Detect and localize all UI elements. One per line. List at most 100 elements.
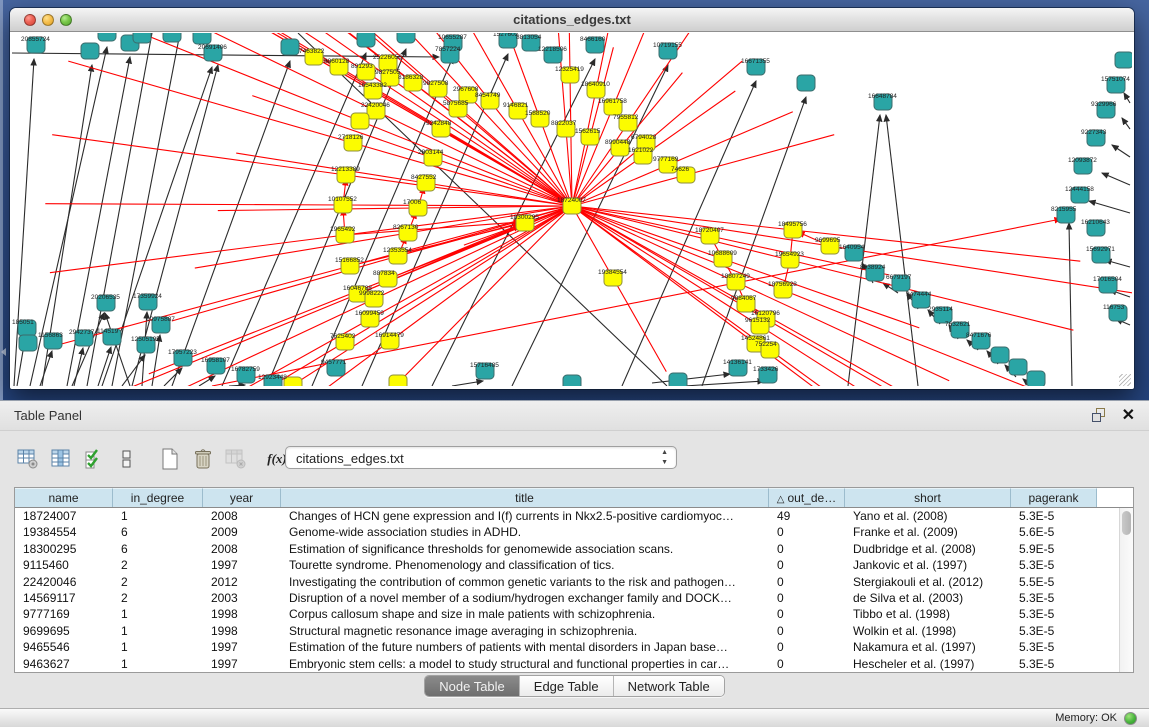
table-vertical-scrollbar[interactable] [1119, 508, 1133, 672]
graph-node[interactable] [563, 375, 581, 386]
node-table: name in_degree year title △out_de… short… [14, 487, 1134, 673]
column-header-title[interactable]: title [281, 488, 769, 507]
window-title: citations_edges.txt [10, 12, 1134, 27]
graph-node-label: 18300295 [510, 214, 539, 221]
graph-node[interactable] [98, 33, 116, 41]
splitter-collapse-arrow[interactable] [1, 348, 6, 356]
graph-node-label: 19384554 [598, 269, 627, 276]
graph-node-label: 114519 [97, 328, 119, 335]
table-row[interactable]: 911546021997Tourette syndrome. Phenomeno… [15, 557, 1119, 573]
red-edge [766, 319, 1018, 386]
graph-node[interactable] [351, 113, 369, 129]
table-cell: Corpus callosum shape and size in male p… [281, 606, 769, 622]
table-cell: 0 [769, 574, 845, 590]
column-header-in-degree[interactable]: in_degree [113, 488, 203, 507]
close-panel-icon[interactable]: ✕ [1122, 405, 1135, 425]
network-window-titlebar[interactable]: citations_edges.txt [10, 8, 1134, 32]
graph-node[interactable] [81, 43, 99, 59]
graph-node-label: 9615132 [745, 317, 771, 324]
table-row[interactable]: 969969511998Structural magnetic resonanc… [15, 623, 1119, 639]
table-selector-dropdown[interactable]: citations_edges.txt ▲▼ [285, 446, 677, 469]
graph-node[interactable] [357, 33, 375, 47]
delete-column-button[interactable] [189, 446, 217, 472]
graph-node[interactable] [797, 75, 815, 91]
graph-node[interactable] [669, 373, 687, 386]
graph-node[interactable] [19, 335, 37, 351]
graph-node-label: 9884067 [731, 295, 757, 302]
graph-node-label: 18807249 [721, 273, 750, 280]
column-header-year[interactable]: year [203, 488, 281, 507]
graph-node-label: 16543382 [358, 82, 387, 89]
table-cell: Embryonic stem cells: a model to study s… [281, 656, 769, 672]
table-cell: 0 [769, 590, 845, 606]
graph-node-label: 16671355 [741, 58, 770, 65]
delete-table-button[interactable] [222, 446, 250, 472]
column-header-pagerank[interactable]: pagerank [1011, 488, 1097, 507]
graph-node-label: 18640910 [581, 81, 610, 88]
table-row[interactable]: 1830029562008Estimation of significance … [15, 541, 1119, 557]
table-toolbar: f(x) citations_edges.txt ▲▼ [14, 443, 296, 475]
graph-node[interactable] [389, 375, 407, 386]
graph-node-label: 8471676 [966, 332, 992, 339]
graph-node[interactable] [1115, 52, 1132, 68]
row-tools-button[interactable] [113, 446, 141, 472]
delete-table-icon [225, 449, 247, 469]
graph-node-label: 8822037 [551, 120, 577, 127]
tab-network-table[interactable]: Network Table [614, 676, 724, 696]
graph-node[interactable] [281, 39, 299, 55]
graph-node[interactable] [193, 33, 211, 44]
column-header-name[interactable]: name [15, 488, 113, 507]
graph-node-label: 9457771 [321, 359, 347, 366]
table-cell: 2009 [203, 524, 281, 540]
table-cell: 0 [769, 524, 845, 540]
graph-node[interactable] [991, 347, 1009, 363]
graph-node[interactable] [1027, 371, 1045, 386]
graph-node-label: 18720407 [695, 227, 724, 234]
table-row[interactable]: 1938455462009Genome-wide association stu… [15, 524, 1119, 540]
table-row[interactable]: 946554611997Estimation of the future num… [15, 639, 1119, 655]
red-edge [50, 235, 345, 273]
table-row[interactable]: 977716911998Corpus callosum shape and si… [15, 606, 1119, 622]
table-row[interactable]: 1456911722003Disruption of a novel membe… [15, 590, 1119, 606]
table-cell: 2008 [203, 508, 281, 524]
table-panel-header: Table Panel ✕ [0, 401, 1149, 431]
tab-edge-table[interactable]: Edge Table [520, 676, 614, 696]
table-cell: 18300295 [15, 541, 113, 557]
red-edge [68, 61, 353, 143]
graph-node-label: 5875685 [443, 100, 469, 107]
table-row[interactable]: 1872400712008Changes of HCN gene express… [15, 508, 1119, 524]
new-column-button[interactable] [156, 446, 184, 472]
graph-node-label: 10719155 [653, 42, 682, 49]
table-cell: 5.3E-5 [1011, 623, 1097, 639]
graph-node-label: 12505195 [131, 336, 160, 343]
graph-node[interactable] [397, 33, 415, 43]
graph-node[interactable] [133, 33, 151, 43]
graph-node-label: 1640954 [839, 244, 865, 251]
graph-node-label: 17016504 [1093, 276, 1122, 283]
network-view[interactable]: 1872400718300295193845547463822886012889… [12, 33, 1132, 386]
window-resize-grip[interactable] [1119, 374, 1131, 386]
red-edge [572, 206, 613, 278]
column-header-out-degree[interactable]: △out_de… [769, 488, 845, 507]
table-options-button[interactable] [14, 446, 42, 472]
table-row[interactable]: 946362711997Embryonic stem cells: a mode… [15, 656, 1119, 672]
table-cell: Investigating the contribution of common… [281, 574, 769, 590]
graph-node-label: 17359924 [133, 293, 162, 300]
table-cell: 2 [113, 590, 203, 606]
float-panel-icon[interactable] [1092, 408, 1107, 423]
table-row[interactable]: 2242004622012Investigating the contribut… [15, 574, 1119, 590]
table-cell: 6 [113, 541, 203, 557]
show-columns-button[interactable] [47, 446, 75, 472]
black-edge [172, 61, 290, 386]
select-columns-button[interactable] [80, 446, 108, 472]
table-cell: 9699695 [15, 623, 113, 639]
sort-ascending-icon: △ [777, 494, 785, 505]
black-edge [1112, 145, 1130, 157]
graph-node-label: 185051 [12, 319, 34, 326]
scrollbar-thumb[interactable] [1122, 511, 1131, 535]
dropdown-arrows-icon: ▲▼ [661, 448, 668, 468]
graph-node[interactable] [1009, 359, 1027, 375]
column-header-short[interactable]: short [845, 488, 1011, 507]
graph-node[interactable] [163, 33, 181, 42]
tab-node-table[interactable]: Node Table [425, 676, 520, 696]
